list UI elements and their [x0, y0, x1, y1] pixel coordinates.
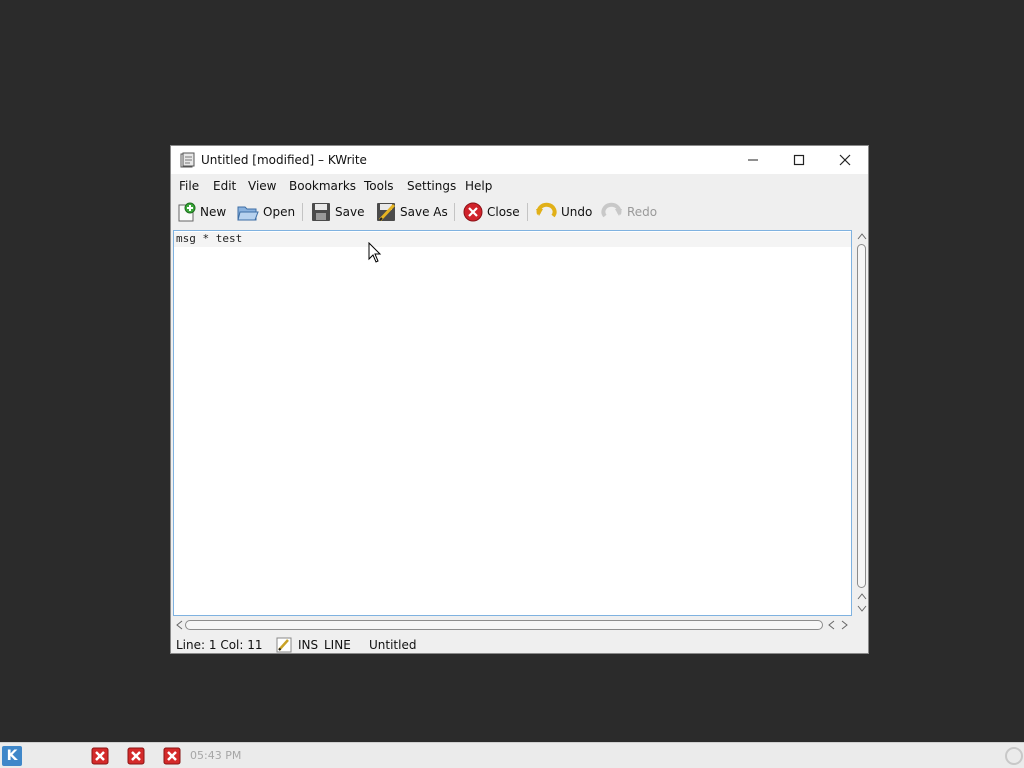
title-bar[interactable]: Untitled [modified] – KWrite [171, 146, 868, 174]
selection-mode-indicator[interactable]: LINE [324, 638, 351, 652]
document-name: Untitled [369, 638, 417, 652]
chevron-up-icon [857, 593, 867, 600]
redo-button[interactable]: Redo [601, 200, 657, 224]
menu-file[interactable]: File [179, 179, 199, 193]
minimize-button[interactable] [730, 146, 776, 174]
undo-label: Undo [561, 205, 593, 219]
open-button[interactable]: Open [237, 200, 295, 224]
main-toolbar: New Open Save Save As Close Undo Redo [171, 198, 868, 226]
scroll-right-button[interactable] [839, 618, 851, 632]
toolbar-separator [302, 203, 303, 221]
menu-edit[interactable]: Edit [213, 179, 236, 193]
mouse-pointer-icon [368, 242, 382, 263]
task-error-icon[interactable] [91, 747, 109, 765]
kwrite-app-icon [180, 152, 195, 168]
menu-settings[interactable]: Settings [407, 179, 456, 193]
close-icon [839, 154, 851, 166]
close-label: Close [487, 205, 520, 219]
clock[interactable]: 05:43 PM [190, 749, 241, 762]
menu-bookmarks[interactable]: Bookmarks [289, 179, 356, 193]
menu-tools[interactable]: Tools [364, 179, 394, 193]
save-as-label: Save As [400, 205, 448, 219]
save-button[interactable]: Save [311, 200, 364, 224]
save-disk-icon [312, 203, 330, 221]
redo-icon [601, 202, 622, 218]
menu-bar: File Edit View Bookmarks Tools Settings … [171, 175, 868, 197]
chevron-up-icon [857, 233, 867, 240]
editor-line: msg * test [176, 232, 243, 245]
close-document-icon [463, 202, 483, 222]
new-document-icon [178, 202, 196, 222]
taskbar: K 05:43 PM [0, 742, 1024, 768]
status-bar: Line: 1 Col: 11 INS LINE Untitled [171, 635, 868, 655]
task-error-icon[interactable] [127, 747, 145, 765]
minimize-icon [748, 159, 758, 161]
maximize-icon [793, 154, 805, 166]
chevron-down-icon [857, 605, 867, 612]
kwrite-window: Untitled [modified] – KWrite File Edit V… [170, 145, 869, 654]
cursor-position[interactable]: Line: 1 Col: 11 [176, 638, 263, 652]
scroll-left-button-right[interactable] [825, 618, 837, 632]
window-title: Untitled [modified] – KWrite [201, 153, 367, 167]
save-as-button[interactable]: Save As [376, 200, 448, 224]
horizontal-scrollbar[interactable] [173, 618, 852, 632]
current-line-highlight [174, 232, 851, 247]
close-window-button[interactable] [822, 146, 868, 174]
maximize-button[interactable] [776, 146, 822, 174]
save-as-icon [377, 203, 396, 222]
redo-label: Redo [627, 205, 658, 219]
kde-logo-icon: K [6, 748, 18, 764]
chevron-left-icon [176, 620, 183, 630]
task-error-icon[interactable] [163, 747, 181, 765]
horizontal-scroll-thumb[interactable] [185, 620, 823, 630]
insert-mode-indicator[interactable]: INS [298, 638, 318, 652]
toolbar-separator [454, 203, 455, 221]
undo-button[interactable]: Undo [535, 200, 592, 224]
vertical-scroll-thumb[interactable] [857, 244, 866, 588]
chevron-right-icon [841, 620, 848, 630]
close-document-button[interactable]: Close [463, 200, 520, 224]
modified-pencil-icon [276, 637, 292, 653]
toolbar-separator [527, 203, 528, 221]
undo-icon [536, 202, 557, 218]
folder-open-icon [237, 206, 259, 221]
menu-help[interactable]: Help [465, 179, 492, 193]
open-label: Open [263, 205, 296, 219]
kde-menu-button[interactable]: K [2, 746, 22, 766]
vertical-scrollbar[interactable] [855, 230, 869, 616]
new-button[interactable]: New [176, 200, 226, 224]
scroll-left-button[interactable] [173, 618, 185, 632]
new-label: New [200, 205, 227, 219]
save-label: Save [335, 205, 365, 219]
text-editor[interactable]: msg * test [173, 230, 852, 616]
scroll-down-button[interactable] [855, 603, 869, 615]
chevron-left-icon [828, 620, 835, 630]
scroll-up-button-lower[interactable] [855, 590, 869, 602]
menu-view[interactable]: View [248, 179, 276, 193]
scroll-up-button[interactable] [855, 230, 869, 242]
system-tray-icon[interactable] [1004, 746, 1024, 766]
